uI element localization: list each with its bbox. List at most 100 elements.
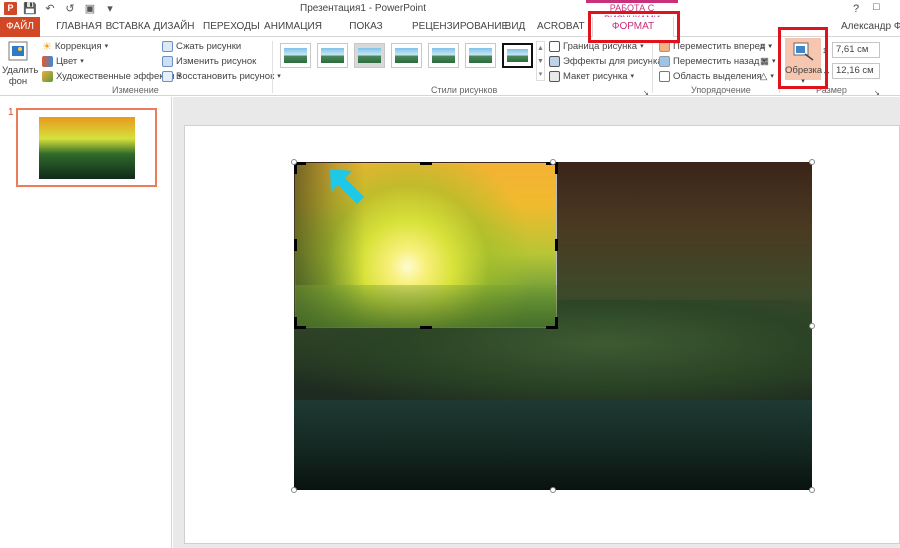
picture-style-1[interactable] — [280, 43, 311, 68]
styles-gallery-scroll[interactable]: ▲ ▼ ▾ — [536, 41, 545, 81]
crop-handle-top[interactable] — [420, 162, 432, 165]
chevron-down-icon: ▾ — [768, 43, 773, 50]
slide-thumbnail-image — [39, 117, 135, 179]
bring-forward-label: Переместить вперед — [673, 40, 766, 52]
selection-pane-label: Область выделения — [673, 70, 762, 82]
tab-file[interactable]: ФАЙЛ — [0, 17, 40, 37]
group-label-styles: Стили рисунков — [431, 85, 498, 95]
picture-style-3[interactable] — [354, 43, 385, 68]
slide-thumbnails-pane: 1 — [0, 97, 172, 548]
height-value: 7,61 см — [836, 44, 869, 55]
ribbon-display-options-icon[interactable]: □ — [873, 1, 880, 13]
corrections-label: Коррекция — [54, 40, 102, 52]
picture-style-4[interactable] — [391, 43, 422, 68]
group-objects-icon: ▦ — [760, 55, 769, 67]
picture-effects-icon — [549, 55, 560, 67]
color-button[interactable]: Цвет ▾ — [42, 54, 84, 68]
help-icon[interactable]: ? — [853, 3, 859, 15]
tab-animations[interactable]: АНИМАЦИЯ — [263, 17, 323, 37]
crop-handle-bottom[interactable] — [420, 326, 432, 329]
artistic-effects-button[interactable]: Художественные эффекты ▾ — [42, 69, 181, 83]
tab-slideshow[interactable]: ПОКАЗ СЛАЙДОВ — [330, 17, 402, 52]
ribbon-tabs: ФАЙЛ ГЛАВНАЯ ВСТАВКА ДИЗАЙН ПЕРЕХОДЫ АНИ… — [0, 17, 900, 52]
user-name[interactable]: Александр Фрол — [841, 21, 900, 32]
picture-water-area — [294, 400, 812, 490]
resize-handle-bottom-right[interactable] — [809, 487, 815, 493]
customize-qat-icon[interactable]: ▾ — [103, 1, 117, 15]
picture-border-icon — [549, 40, 560, 52]
picture-layout-icon — [549, 70, 560, 82]
selection-pane-button[interactable]: Область выделения — [659, 69, 762, 83]
align-icon: ≡ — [760, 40, 766, 52]
title-bar: P 💾 ↶ ↺ ▣ ▾ Презентация1 - PowerPoint РА… — [0, 0, 900, 24]
quick-access-toolbar: P 💾 ↶ ↺ ▣ ▾ — [4, 1, 117, 15]
reset-picture-icon — [162, 70, 173, 82]
chevron-down-icon: ▾ — [104, 43, 109, 50]
send-backward-label: Переместить назад — [673, 55, 760, 67]
change-picture-button[interactable]: Изменить рисунок — [162, 54, 256, 68]
tab-design[interactable]: ДИЗАЙН — [151, 17, 197, 37]
picture-effects-label: Эффекты для рисунка — [563, 55, 663, 67]
window-title: Презентация1 - PowerPoint — [300, 3, 426, 14]
group-button[interactable]: ▦ ▾ — [760, 54, 776, 68]
resize-handle-bottom[interactable] — [550, 487, 556, 493]
picture-style-5[interactable] — [428, 43, 459, 68]
chevron-down-icon: ▾ — [277, 73, 281, 80]
crop-region-forest — [295, 285, 557, 328]
pointer-arrow-icon — [330, 169, 364, 204]
group-separator — [272, 41, 273, 93]
crop-handle-left[interactable] — [294, 239, 297, 251]
compress-pictures-button[interactable]: Сжать рисунки — [162, 39, 241, 53]
chevron-down-icon: ▾ — [770, 73, 774, 80]
compress-icon — [162, 40, 173, 52]
resize-handle-top[interactable] — [550, 159, 556, 165]
chevron-down-icon: ▾ — [630, 73, 635, 80]
chevron-down-icon: ▾ — [80, 58, 84, 65]
remove-background-button[interactable]: Удалить фон — [2, 40, 39, 87]
remove-background-icon — [8, 41, 28, 61]
undo-icon[interactable]: ↶ — [43, 1, 57, 15]
picture-layout-button[interactable]: Макет рисунка ▾ — [549, 69, 634, 83]
resize-handle-top-left[interactable] — [291, 159, 297, 165]
tab-acrobat[interactable]: ACROBAT — [537, 17, 585, 37]
send-backward-button[interactable]: Переместить назад ▾ — [659, 54, 766, 68]
powerpoint-logo-icon: P — [4, 1, 17, 15]
resize-handle-right[interactable] — [809, 323, 815, 329]
rotate-button[interactable]: △ ▾ — [760, 69, 774, 83]
chevron-down-icon: ▾ — [771, 58, 776, 65]
group-separator — [652, 41, 653, 93]
tab-insert[interactable]: ВСТАВКА — [101, 17, 155, 37]
picture-style-6[interactable] — [465, 43, 496, 68]
corrections-button[interactable]: ☀ Коррекция ▾ — [42, 39, 108, 53]
resize-handle-bottom-left[interactable] — [291, 487, 297, 493]
color-icon — [42, 55, 53, 67]
height-field[interactable]: 7,61 см — [832, 42, 880, 58]
tab-review[interactable]: РЕЦЕНЗИРОВАНИЕ — [412, 17, 508, 37]
group-label-adjust: Изменение — [112, 85, 159, 95]
slide-number: 1 — [8, 107, 14, 118]
picture-style-7[interactable] — [502, 43, 533, 68]
slide-thumbnail[interactable] — [16, 108, 157, 187]
align-button[interactable]: ≡ ▾ — [760, 39, 772, 53]
crop-handle-top-right[interactable] — [555, 162, 558, 174]
resize-handle-top-right[interactable] — [809, 159, 815, 165]
crop-handle-right[interactable] — [555, 239, 558, 251]
reset-picture-button[interactable]: Восстановить рисунок ▾ — [162, 69, 281, 83]
crop-handle-bottom-right[interactable] — [555, 317, 558, 329]
picture-style-2[interactable] — [317, 43, 348, 68]
tab-view[interactable]: ВИД — [503, 17, 527, 37]
width-field[interactable]: 12,16 см — [832, 63, 880, 79]
save-icon[interactable]: 💾 — [23, 1, 37, 15]
start-slideshow-icon[interactable]: ▣ — [83, 1, 97, 15]
send-backward-icon — [659, 55, 670, 67]
remove-background-label-line1: Удалить — [2, 65, 39, 76]
redo-icon[interactable]: ↺ — [63, 1, 77, 15]
crop-handle-bottom-left[interactable] — [294, 317, 297, 329]
ribbon-format: Удалить фон ☀ Коррекция ▾ Цвет ▾ Художес… — [0, 37, 900, 97]
crop-button-highlight — [778, 27, 828, 89]
tab-home[interactable]: ГЛАВНАЯ — [52, 17, 106, 37]
tab-transitions[interactable]: ПЕРЕХОДЫ — [203, 17, 260, 37]
remove-background-label-line2: фон — [8, 76, 28, 87]
format-tab-highlight — [588, 11, 680, 43]
sun-icon: ☀ — [42, 40, 52, 53]
